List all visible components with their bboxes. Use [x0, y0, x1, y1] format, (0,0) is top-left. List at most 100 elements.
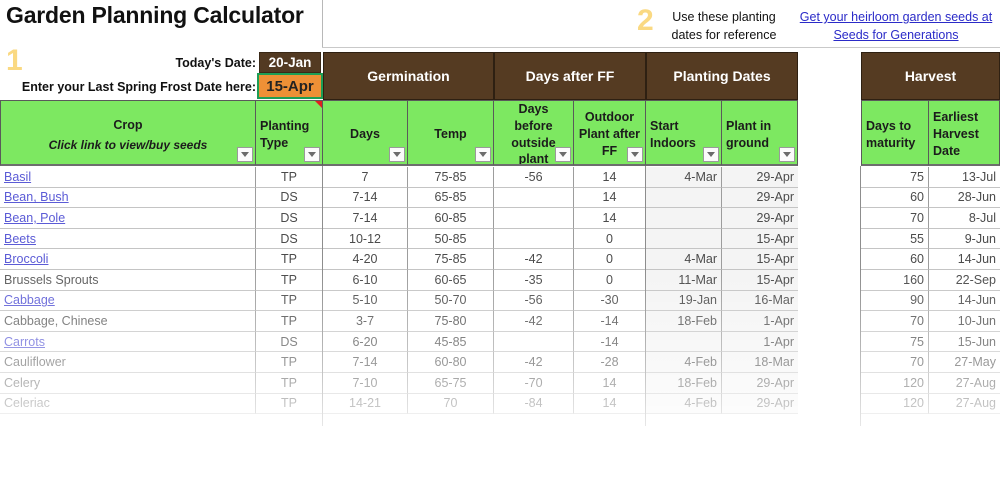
- cell-crop[interactable]: Basil: [0, 167, 256, 188]
- cell-planting-type: TP: [256, 290, 323, 312]
- cell-earliest-harvest-date: 22-Sep: [929, 270, 1000, 291]
- cell-start-indoors: 4-Mar: [646, 167, 722, 188]
- cell-planting-type: TP: [256, 167, 323, 188]
- cell-germination-temp: 65-75: [408, 373, 494, 394]
- cell-germination-temp: 60-80: [408, 352, 494, 373]
- frost-date-label: Enter your Last Spring Frost Date here:: [21, 80, 256, 94]
- top-border-line: [322, 47, 1000, 48]
- crop-seed-link[interactable]: Cabbage: [4, 293, 55, 307]
- cell-days-before-outside-plant: -84: [494, 393, 574, 415]
- crop-name: Celeriac: [4, 396, 50, 411]
- column-header-planting-type-line1: Planting: [260, 118, 310, 133]
- chevron-down-icon: [241, 152, 249, 157]
- column-separator: [645, 166, 646, 426]
- cell-earliest-harvest-date: 14-Jun: [929, 249, 1000, 270]
- cell-start-indoors: 4-Mar: [646, 249, 722, 270]
- filter-dropdown-crop[interactable]: [237, 147, 253, 162]
- filter-dropdown-start-indoors[interactable]: [703, 147, 719, 162]
- frost-date-input[interactable]: 15-Apr: [257, 73, 323, 99]
- cell-plant-in-ground: 29-Apr: [722, 208, 798, 229]
- cell-planting-type: DS: [256, 208, 323, 229]
- cell-planting-type: DS: [256, 187, 323, 209]
- column-header-planting-type[interactable]: Planting Type: [256, 100, 323, 166]
- cell-earliest-harvest-date: 27-May: [929, 352, 1000, 373]
- cell-outdoor-plant-after-ff: 14: [574, 373, 646, 394]
- cell-germination-days: 6-20: [323, 331, 408, 353]
- cell-germination-temp: 75-85: [408, 167, 494, 188]
- column-header-germination-days-label: Days: [350, 127, 380, 142]
- section-band-planting-dates: Planting Dates: [646, 52, 798, 100]
- cell-outdoor-plant-after-ff: -28: [574, 352, 646, 373]
- cell-germination-temp: 45-85: [408, 331, 494, 353]
- cell-germination-temp: 50-70: [408, 290, 494, 312]
- cell-plant-in-ground: 1-Apr: [722, 331, 798, 353]
- crop-seed-link[interactable]: Broccoli: [4, 252, 48, 266]
- cell-outdoor-plant-after-ff: 14: [574, 167, 646, 188]
- cell-outdoor-plant-after-ff: -30: [574, 290, 646, 312]
- cell-outdoor-plant-after-ff: 14: [574, 393, 646, 415]
- cell-crop[interactable]: Cabbage: [0, 290, 256, 312]
- cell-crop[interactable]: Beets: [0, 228, 256, 250]
- crop-seed-link[interactable]: Carrots: [4, 335, 45, 349]
- cell-germination-days: 3-7: [323, 311, 408, 332]
- crop-name: Cauliflower: [4, 355, 66, 370]
- filter-dropdown-days-before-outside[interactable]: [555, 147, 571, 162]
- cell-earliest-harvest-date: 8-Jul: [929, 208, 1000, 229]
- cell-crop[interactable]: Bean, Bush: [0, 187, 256, 209]
- step-2-marker: 2: [637, 4, 654, 37]
- cell-germination-temp: 50-85: [408, 228, 494, 250]
- filter-dropdown-planting-type[interactable]: [304, 147, 320, 162]
- cell-plant-in-ground: 15-Apr: [722, 228, 798, 250]
- column-header-germination-days[interactable]: Days: [323, 100, 408, 166]
- column-header-crop-sublabel: Click link to view/buy seeds: [48, 137, 208, 152]
- cell-planting-type: TP: [256, 373, 323, 394]
- title-divider: [322, 0, 323, 48]
- comment-marker-icon: [315, 101, 322, 108]
- cell-days-to-maturity: 120: [861, 393, 929, 415]
- cell-germination-temp: 65-85: [408, 187, 494, 209]
- column-header-plant-in-ground-line1: Plant in: [726, 118, 772, 133]
- cell-germination-days: 10-12: [323, 228, 408, 250]
- column-header-earliest-harvest-line2: Harvest: [933, 127, 979, 142]
- column-header-plant-in-ground[interactable]: Plant in ground: [722, 100, 798, 166]
- column-header-days-before-outside-plant[interactable]: Days before outside plant: [494, 100, 574, 166]
- cell-crop[interactable]: Bean, Pole: [0, 208, 256, 229]
- cell-days-to-maturity: 60: [861, 187, 929, 209]
- cell-days-to-maturity: 160: [861, 270, 929, 291]
- cell-crop: Brussels Sprouts: [0, 270, 256, 291]
- filter-dropdown-plant-in-ground[interactable]: [779, 147, 795, 162]
- column-header-earliest-harvest-line3: Date: [933, 143, 961, 158]
- column-header-start-indoors[interactable]: Start Indoors: [646, 100, 722, 166]
- filter-dropdown-germination-temp[interactable]: [475, 147, 491, 162]
- cell-days-before-outside-plant: [494, 187, 574, 209]
- cell-germination-days: 7-14: [323, 187, 408, 209]
- crop-seed-link[interactable]: Bean, Bush: [4, 190, 69, 204]
- cell-crop: Celery: [0, 373, 256, 394]
- crop-seed-link[interactable]: Bean, Pole: [4, 211, 65, 225]
- filter-dropdown-germination-days[interactable]: [389, 147, 405, 162]
- cell-start-indoors: 18-Feb: [646, 311, 722, 332]
- cell-days-before-outside-plant: [494, 331, 574, 353]
- cell-start-indoors: [646, 228, 722, 250]
- column-separator: [322, 166, 323, 426]
- crop-seed-link[interactable]: Basil: [4, 170, 31, 184]
- cell-germination-temp: 75-80: [408, 311, 494, 332]
- cell-planting-type: TP: [256, 249, 323, 270]
- cell-crop[interactable]: Carrots: [0, 331, 256, 353]
- spreadsheet-canvas: Garden Planning Calculator 1 2 Use these…: [0, 0, 1000, 500]
- cell-planting-type: TP: [256, 393, 323, 415]
- filter-dropdown-outdoor-after-ff[interactable]: [627, 147, 643, 162]
- cell-crop: Cauliflower: [0, 352, 256, 373]
- cell-outdoor-plant-after-ff: 0: [574, 270, 646, 291]
- cell-crop[interactable]: Broccoli: [0, 249, 256, 270]
- column-header-crop[interactable]: Crop Click link to view/buy seeds: [0, 100, 256, 166]
- cell-outdoor-plant-after-ff: 14: [574, 187, 646, 209]
- cell-germination-temp: 75-85: [408, 249, 494, 270]
- crop-seed-link[interactable]: Beets: [4, 232, 36, 246]
- seeds-for-generations-link[interactable]: Get your heirloom garden seeds at Seeds …: [790, 8, 1000, 44]
- column-header-germination-temp[interactable]: Temp: [408, 100, 494, 166]
- cell-start-indoors: [646, 208, 722, 229]
- cell-days-to-maturity: 60: [861, 249, 929, 270]
- column-header-outdoor-plant-after-ff[interactable]: Outdoor Plant after FF: [574, 100, 646, 166]
- cell-days-before-outside-plant: -70: [494, 373, 574, 394]
